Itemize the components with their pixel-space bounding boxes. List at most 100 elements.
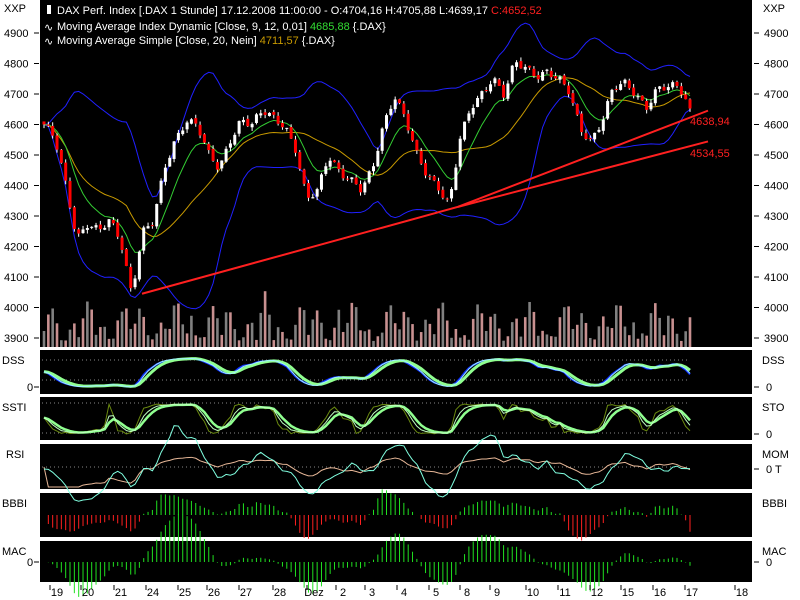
candle [666,87,670,91]
candle [46,124,50,126]
volume-bar [250,322,254,347]
volume-bar [662,335,666,347]
candle [601,119,605,131]
main-chart-area[interactable] [40,0,752,347]
candle [614,88,618,90]
candle [215,162,219,170]
volume-bar [155,333,159,347]
volume-bar [688,317,692,347]
legend-ma-dynamic-suffix: {.DAX} [350,21,386,33]
volume-bar [632,322,635,347]
volume-bar [658,317,661,347]
y-tick-right: 4700 [764,89,788,101]
candle [684,94,688,100]
volume-bar [311,319,315,347]
volume-bar [428,323,432,347]
x-tick-label: 16 [654,587,666,599]
candle [328,160,332,167]
candle [159,180,163,203]
volume-bar [198,337,202,347]
candle [406,113,410,131]
volume-bar [406,317,410,347]
candle [497,79,501,86]
volume-bar [164,328,167,347]
candle [358,184,362,193]
legend-ma-dynamic: Moving Average Index Dynamic [Close, 9, … [57,21,386,33]
volume-bar [493,313,497,347]
ssti-label-right: STO [762,402,785,414]
candle [424,163,428,176]
candle [688,99,692,109]
volume-bar [562,307,566,347]
dss-label-right: DSS [762,355,785,367]
volume-bar [610,328,614,347]
y-tick-left: 4200 [4,242,28,254]
volume-bar [307,334,310,347]
volume-bar [328,340,332,347]
candle [90,226,94,228]
candle [298,152,302,169]
candle [254,114,258,123]
x-tick-label: 24 [147,587,159,599]
dss-zero-left: 0 [27,382,33,394]
volume-bar [125,308,128,347]
volume-bar [185,333,189,347]
candle [77,229,81,234]
volume-bar [636,338,640,347]
volume-bar [294,324,297,347]
candle [402,103,406,115]
volume-bar [324,338,328,347]
legend-ma-simple-value: 4711,57 [260,35,299,47]
candle [324,166,328,174]
candle [649,102,653,110]
volume-bar [172,305,176,347]
volume-bar [363,331,367,347]
volume-bar [411,324,414,347]
candle [597,129,601,132]
candle [237,121,241,134]
candle [81,229,85,234]
y-tick-left: 4700 [4,89,28,101]
volume-bar [320,322,323,347]
y-tick-right: 4400 [764,181,788,193]
volume-bar [497,328,501,347]
candle [285,127,289,129]
candle [198,124,202,136]
x-tick-label: 4 [401,587,407,599]
volume-bar [458,337,462,347]
volume-bar [207,317,211,347]
y-tick-right: 3900 [764,333,788,345]
bbbi-label-left: BBBI [2,498,27,510]
mac-panel[interactable] [40,541,752,582]
volume-bar [190,315,193,347]
x-tick-label: 10 [527,587,539,599]
volume-bar [216,318,219,347]
candle [55,135,59,150]
volume-bar [129,328,133,347]
candle [111,219,115,224]
y-tick-left: 4400 [4,181,28,193]
volume-bar [680,340,683,347]
candle [372,166,376,172]
x-tick-label: 28 [274,587,286,599]
x-tick-label: 17 [686,587,698,599]
volume-bar [532,311,536,347]
volume-bar [415,340,419,347]
candle [272,111,276,115]
volume-bar [484,330,488,347]
candle [437,181,441,191]
candle [146,226,150,229]
volume-bar [354,307,358,347]
candle [510,65,514,83]
x-tick-label: 2 [340,587,346,599]
volume-bar [450,337,453,347]
volume-bar [454,329,458,347]
volume-bar [645,335,648,347]
volume-bar [502,340,505,347]
bbbi-panel[interactable] [40,493,752,537]
volume-bar [341,331,345,347]
volume-bar [372,340,375,347]
candle [545,69,549,71]
volume-bar [159,322,163,347]
candle [350,177,354,180]
